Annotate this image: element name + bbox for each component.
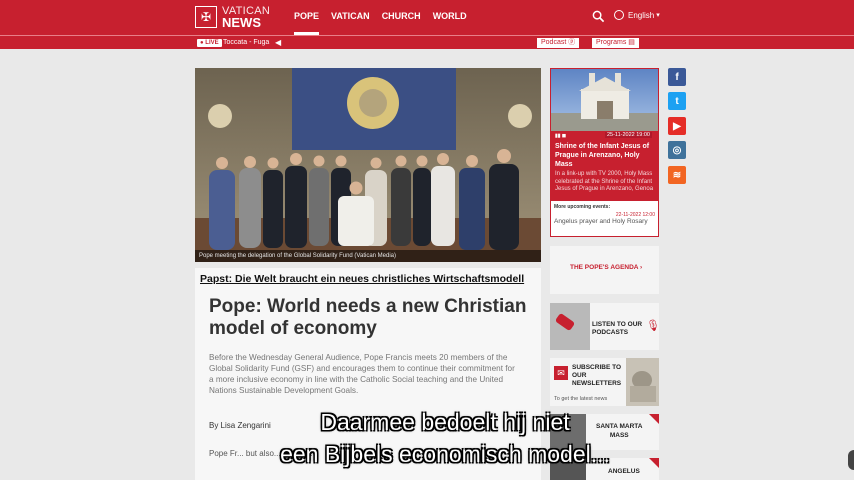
- angelus-label: ANGELUS: [608, 468, 640, 475]
- live-event-date: 25-11-2022 19:00: [604, 132, 652, 138]
- nav-vatican[interactable]: VATICAN: [331, 0, 370, 35]
- podcasts-label: LISTEN TO OUR PODCASTS: [592, 321, 643, 336]
- upcoming-events: More upcoming events: 22-11-2022 12:00 A…: [551, 201, 658, 236]
- newsletter-card[interactable]: ✉ SUBSCRIBE TO OUR NEWSLETTERS To get th…: [550, 358, 659, 406]
- scroll-handle[interactable]: [848, 450, 854, 470]
- nav-pope[interactable]: POPE: [294, 0, 320, 35]
- nav-church[interactable]: CHURCH: [382, 0, 421, 35]
- article-headline: Pope: World needs a new Christian model …: [209, 296, 527, 339]
- german-version-link[interactable]: Papst: Die Welt braucht ein neues christ…: [200, 273, 524, 285]
- newsletter-label: SUBSCRIBE TO OUR NEWSLETTERS: [572, 364, 622, 387]
- youtube-icon[interactable]: ▶: [668, 117, 686, 135]
- agenda-label: THE POPE'S AGENDA ›: [570, 264, 643, 271]
- upcoming-label: More upcoming events:: [554, 204, 611, 210]
- live-tv-icon: ▮▮ ◼: [555, 133, 567, 139]
- video-subtitle-line1: Daarmee bedoelt hij niet: [320, 409, 570, 435]
- live-radio-title[interactable]: Toccata - Fuga: [223, 38, 269, 48]
- globe-icon: [614, 10, 624, 20]
- newsletter-subtitle: To get the latest news: [554, 396, 608, 402]
- chevron-down-icon: ▾: [656, 12, 660, 19]
- language-label: English: [628, 10, 655, 20]
- mail-icon: ✉: [554, 366, 568, 380]
- podcast-button[interactable]: Podcast ⓟ: [537, 38, 580, 48]
- programs-button[interactable]: Programs ▤: [592, 38, 639, 48]
- logo-line2: NEWS: [222, 15, 261, 30]
- hero-image: Pope meeting the delegation of the Globa…: [195, 68, 541, 262]
- live-event-description: In a link-up with TV 2000, Holy Mass cel…: [555, 171, 654, 192]
- top-navigation-bar: ✠ VATICAN NEWS POPE VATICAN CHURCH WORLD…: [0, 0, 854, 35]
- live-badge-label: LIVE: [205, 40, 219, 46]
- article-summary: Before the Wednesday General Audience, P…: [209, 353, 515, 395]
- facebook-icon[interactable]: f: [668, 68, 686, 86]
- podcast-label: Podcast: [541, 39, 567, 46]
- microphone-photo: [550, 303, 590, 350]
- search-icon[interactable]: [592, 10, 605, 23]
- nav-world[interactable]: WORLD: [433, 0, 467, 35]
- podcasts-card[interactable]: LISTEN TO OUR PODCASTS 🎙: [550, 303, 659, 350]
- live-event-card[interactable]: ▮▮ ◼ 25-11-2022 19:00 Shrine of the Infa…: [550, 68, 659, 237]
- microphone-icon: 🎙: [646, 320, 659, 332]
- vatican-news-logo[interactable]: ✠ VATICAN NEWS: [195, 4, 280, 30]
- shrine-photo: [551, 69, 658, 131]
- st-peters-photo: [626, 358, 659, 406]
- speaker-icon[interactable]: ◀: [275, 38, 281, 48]
- vatican-emblem-icon: ✠: [195, 6, 217, 28]
- popes-agenda-card[interactable]: THE POPE'S AGENDA ›: [550, 246, 659, 294]
- logo-line1: VATICAN: [222, 5, 271, 17]
- language-selector[interactable]: English ▾: [614, 10, 660, 20]
- main-nav: POPE VATICAN CHURCH WORLD: [294, 0, 479, 35]
- pope-meeting-photo: [195, 68, 541, 262]
- live-event-title[interactable]: Shrine of the Infant Jesus of Prague in …: [551, 140, 658, 169]
- video-subtitle-line2: een Bijbels economisch model...: [280, 441, 610, 467]
- rss-icon[interactable]: ≋: [668, 166, 686, 184]
- twitter-icon[interactable]: t: [668, 92, 686, 110]
- upcoming-title[interactable]: Angelus prayer and Holy Rosary: [554, 218, 655, 226]
- live-badge[interactable]: ● LIVE: [197, 39, 222, 47]
- hero-caption: Pope meeting the delegation of the Globa…: [195, 250, 541, 262]
- live-bar: ● LIVE Toccata - Fuga ◀ Podcast ⓟ Progra…: [0, 35, 854, 49]
- programs-label: Programs: [596, 39, 627, 46]
- instagram-icon[interactable]: ◎: [668, 141, 686, 159]
